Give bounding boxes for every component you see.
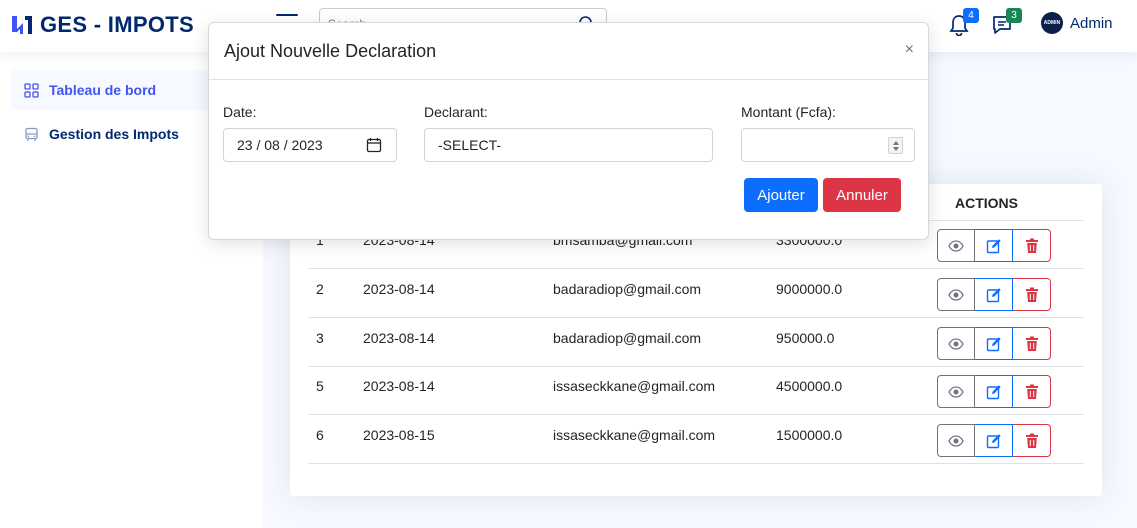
table-row: 3 2023-08-14 badaradiop@gmail.com 950000.0 (308, 318, 1084, 367)
close-icon[interactable]: × (905, 41, 914, 59)
edit-icon (986, 238, 1002, 254)
trash-icon (1024, 336, 1040, 352)
trash-icon (1024, 238, 1040, 254)
grid-icon (24, 82, 39, 98)
modal-title: Ajout Nouvelle Declaration (224, 41, 437, 61)
logo[interactable]: GES - IMPOTS (10, 12, 194, 38)
sidebar-item-label: Gestion des Impots (49, 126, 179, 142)
messages-button[interactable]: 3 (991, 8, 1022, 36)
view-button[interactable] (937, 375, 975, 408)
profile-menu[interactable]: ADMIN Admin (1041, 12, 1113, 34)
edit-button[interactable] (975, 375, 1013, 408)
delete-button[interactable] (1013, 278, 1051, 311)
cell-id: 2 (316, 281, 324, 297)
delete-button[interactable] (1013, 327, 1051, 360)
cell-amount: 1500000.0 (776, 427, 843, 443)
profile-name: Admin (1070, 14, 1113, 32)
montant-field[interactable] (741, 128, 915, 162)
trash-icon (1024, 384, 1040, 400)
cell-email: badaradiop@gmail.com (553, 281, 702, 297)
cell-date: 2023-08-15 (363, 427, 435, 443)
row-actions (937, 278, 1051, 311)
table-row: 6 2023-08-15 issaseckkane@gmail.com 1500000… (308, 415, 1084, 464)
row-actions (937, 424, 1051, 457)
notifications-badge: 4 (963, 8, 979, 23)
view-button[interactable] (937, 327, 975, 360)
avatar: ADMIN (1041, 12, 1063, 34)
declarant-select[interactable]: -SELECT- (424, 128, 713, 162)
cell-date: 2023-08-14 (363, 281, 435, 297)
eye-icon (948, 336, 964, 352)
edit-icon (986, 287, 1002, 303)
eye-icon (948, 384, 964, 400)
declarant-label: Declarant: (424, 104, 488, 120)
notifications-button[interactable]: 4 (948, 8, 979, 37)
cell-email: issaseckkane@gmail.com (553, 378, 716, 394)
trash-icon (1024, 287, 1040, 303)
table-row: 2 2023-08-14 badaradiop@gmail.com 9000000.0 (308, 269, 1084, 318)
edit-button[interactable] (975, 327, 1013, 360)
edit-button[interactable] (975, 424, 1013, 457)
delete-button[interactable] (1013, 424, 1051, 457)
cell-amount: 4500000.0 (776, 378, 843, 394)
date-label: Date: (223, 104, 257, 120)
cell-amount: 950000.0 (776, 330, 835, 346)
view-button[interactable] (937, 229, 975, 262)
add-declaration-modal: Ajout Nouvelle Declaration × Date: 23 / … (208, 22, 929, 240)
view-button[interactable] (937, 278, 975, 311)
brand-name: GES - IMPOTS (40, 12, 194, 37)
messages-badge: 3 (1006, 8, 1022, 23)
cell-amount: 9000000.0 (776, 281, 843, 297)
cell-email: badaradiop@gmail.com (553, 330, 702, 346)
column-header-actions: ACTIONS (955, 195, 1018, 211)
ajouter-button[interactable]: Ajouter (744, 178, 818, 212)
sidebar-item-label: Tableau de bord (49, 82, 157, 98)
montant-label: Montant (Fcfa): (741, 104, 836, 120)
trash-icon (1024, 433, 1040, 449)
date-field[interactable]: 23 / 08 / 2023 (223, 128, 397, 162)
edit-icon (986, 384, 1002, 400)
delete-button[interactable] (1013, 229, 1051, 262)
annuler-button[interactable]: Annuler (823, 178, 901, 212)
cell-email: issaseckkane@gmail.com (553, 427, 716, 443)
eye-icon (948, 433, 964, 449)
bus-icon (25, 127, 38, 141)
row-actions (937, 375, 1051, 408)
calendar-icon[interactable] (366, 137, 382, 153)
edit-button[interactable] (975, 278, 1013, 311)
modal-header: Ajout Nouvelle Declaration × (209, 23, 928, 80)
table-row: 5 2023-08-14 issaseckkane@gmail.com 4500000… (308, 366, 1084, 415)
edit-icon (986, 336, 1002, 352)
eye-icon (948, 238, 964, 254)
cell-id: 3 (316, 330, 324, 346)
delete-button[interactable] (1013, 375, 1051, 408)
logo-icon (12, 16, 32, 34)
view-button[interactable] (937, 424, 975, 457)
cell-id: 6 (316, 427, 324, 443)
date-value: 23 / 08 / 2023 (237, 137, 323, 153)
cell-date: 2023-08-14 (363, 330, 435, 346)
edit-button[interactable] (975, 229, 1013, 262)
edit-icon (986, 433, 1002, 449)
cell-date: 2023-08-14 (363, 378, 435, 394)
eye-icon (948, 287, 964, 303)
number-spinner-icon[interactable] (888, 137, 903, 154)
declarant-selected-value: -SELECT- (438, 137, 502, 153)
cell-id: 5 (316, 378, 324, 394)
row-actions (937, 327, 1051, 360)
row-actions (937, 229, 1051, 262)
